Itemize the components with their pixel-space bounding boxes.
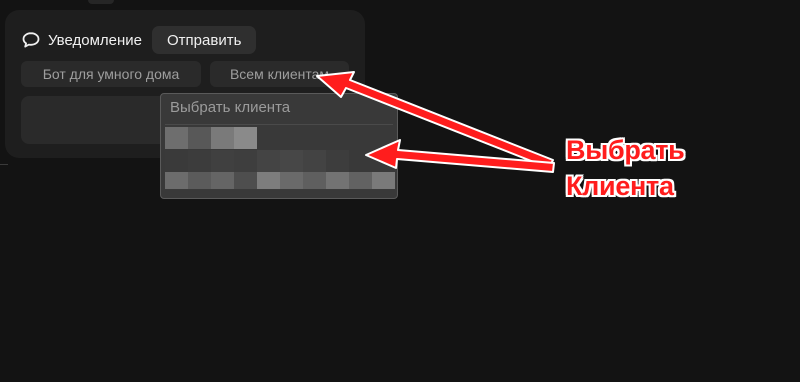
blurred-name-block <box>280 172 303 189</box>
blurred-name-block <box>280 150 303 172</box>
blurred-name-block <box>303 150 326 172</box>
blurred-name-block <box>188 127 211 149</box>
blurred-name-block <box>372 172 395 189</box>
blurred-name-block <box>303 172 326 189</box>
blurred-name-block <box>165 150 188 172</box>
blurred-name-block <box>234 150 257 172</box>
blurred-name-block <box>326 172 349 189</box>
annotation-text-line1: Выбрать <box>566 135 685 165</box>
client-select-dropdown[interactable]: Выбрать клиента <box>160 93 398 199</box>
client-option[interactable] <box>165 127 257 149</box>
blurred-name-block <box>165 172 188 189</box>
blurred-name-block <box>211 172 234 189</box>
send-button[interactable]: Отправить <box>152 26 257 54</box>
blurred-name-block <box>234 172 257 189</box>
chat-bubble-icon <box>22 32 40 48</box>
notification-title: Уведомление <box>48 31 143 49</box>
blurred-name-block <box>211 150 234 172</box>
annotation-text-line2: Клиента <box>566 171 674 201</box>
annotation-text: Выбрать Клиента <box>566 132 685 204</box>
top-tab-stub <box>88 0 114 4</box>
blurred-name-block <box>349 172 372 189</box>
blurred-name-block <box>188 172 211 189</box>
divider <box>0 164 8 165</box>
client-option[interactable] <box>165 150 349 172</box>
client-option[interactable] <box>165 172 395 189</box>
blurred-name-block <box>188 150 211 172</box>
blurred-name-block <box>257 150 280 172</box>
blurred-name-block <box>257 172 280 189</box>
blurred-name-block <box>211 127 234 149</box>
blurred-name-block <box>234 127 257 149</box>
blurred-name-block <box>326 150 349 172</box>
client-select-placeholder: Выбрать клиента <box>170 99 291 116</box>
target-chip-all-clients[interactable]: Всем клиентам <box>210 61 349 87</box>
target-chip-bot[interactable]: Бот для умного дома <box>21 61 201 87</box>
notification-header: Уведомление Отправить <box>21 26 257 54</box>
blurred-name-block <box>165 127 188 149</box>
dropdown-divider <box>165 124 393 125</box>
